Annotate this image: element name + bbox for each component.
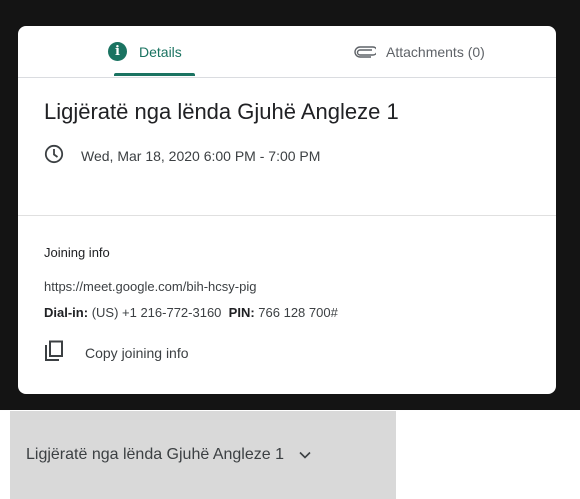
copy-joining-info-label: Copy joining info	[85, 345, 189, 361]
event-time-row: Wed, Mar 18, 2020 6:00 PM - 7:00 PM	[44, 144, 320, 168]
dial-in-label: Dial-in:	[44, 305, 89, 320]
active-tab-indicator	[114, 73, 195, 76]
pin-label: PIN:	[228, 305, 255, 320]
chevron-down-icon	[298, 450, 312, 460]
tab-attachments[interactable]: Attachments (0)	[354, 26, 485, 77]
divider	[18, 215, 556, 216]
clock-icon	[44, 144, 64, 169]
event-details-card: i Details Attachments (0) Ligjëratë nga …	[18, 26, 556, 394]
tab-details-label: Details	[139, 43, 182, 60]
dial-in-row: Dial-in: (US) +1 216-772-3160 PIN: 766 1…	[44, 305, 338, 320]
footer-event-title: Ligjëratë nga lënda Gjuhë Angleze 1	[26, 446, 284, 463]
dial-in-number: (US) +1 216-772-3160	[91, 305, 222, 320]
tab-bar: i Details Attachments (0)	[18, 26, 556, 78]
meet-url-link[interactable]: https://meet.google.com/bih-hcsy-pig	[44, 279, 256, 294]
copy-joining-info-button[interactable]: Copy joining info	[44, 340, 189, 367]
info-icon: i	[108, 42, 127, 61]
event-title-dropdown[interactable]: Ligjëratë nga lënda Gjuhë Angleze 1	[10, 411, 396, 499]
tab-attachments-label: Attachments (0)	[386, 43, 485, 60]
pin-value: 766 128 700#	[258, 305, 338, 320]
copy-icon	[44, 340, 64, 367]
tab-details[interactable]: i Details	[108, 26, 182, 77]
paperclip-icon	[354, 45, 376, 58]
joining-info-heading: Joining info	[44, 245, 110, 260]
event-datetime: Wed, Mar 18, 2020 6:00 PM - 7:00 PM	[81, 148, 321, 164]
event-title: Ligjëratë nga lënda Gjuhë Angleze 1	[44, 99, 399, 124]
